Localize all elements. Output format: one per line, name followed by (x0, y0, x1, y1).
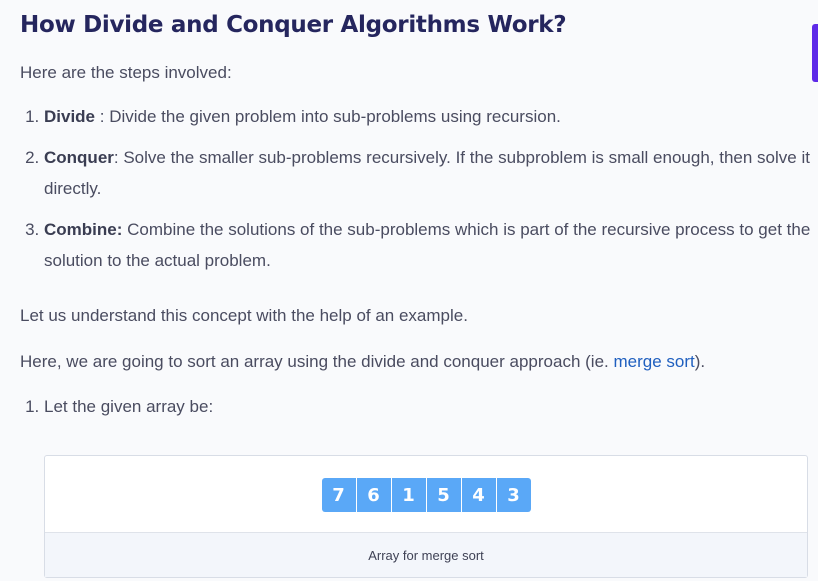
array-cell: 5 (426, 478, 462, 512)
step-term: Combine: (44, 220, 123, 239)
example-steps-list: Let the given array be: (20, 391, 213, 422)
list-item: Combine: Combine the solutions of the su… (44, 214, 814, 276)
here-paragraph: Here, we are going to sort an array usin… (20, 346, 705, 377)
figure-image-area: 7 6 1 5 4 3 (45, 456, 807, 533)
list-item: Divide : Divide the given problem into s… (44, 101, 814, 132)
merge-sort-link[interactable]: merge sort (613, 352, 694, 371)
array-cell: 1 (391, 478, 427, 512)
list-item: Conquer: Solve the smaller sub-problems … (44, 142, 814, 204)
array-diagram: 7 6 1 5 4 3 (321, 478, 531, 512)
array-cell: 4 (461, 478, 497, 512)
figure-caption: Array for merge sort (45, 533, 807, 577)
array-cell: 3 (496, 478, 531, 512)
array-cell: 6 (356, 478, 392, 512)
intro-paragraph: Here are the steps involved: (20, 63, 232, 82)
step-text: Combine the solutions of the sub-problem… (44, 220, 811, 270)
array-cell: 7 (321, 478, 357, 512)
step-term: Divide (44, 107, 96, 126)
understand-paragraph: Let us understand this concept with the … (20, 306, 468, 325)
steps-list: Divide : Divide the given problem into s… (20, 101, 814, 286)
here-text-before: Here, we are going to sort an array usin… (20, 352, 614, 371)
here-text-after: ). (694, 352, 706, 371)
step-text: : Divide the given problem into sub-prob… (95, 107, 561, 126)
edge-accent-bar (812, 24, 818, 82)
section-heading: How Divide and Conquer Algorithms Work? (20, 12, 567, 38)
array-figure: 7 6 1 5 4 3 Array for merge sort (44, 455, 808, 578)
step-text: : Solve the smaller sub-problems recursi… (44, 148, 810, 198)
list-item: Let the given array be: (44, 391, 213, 422)
step-term: Conquer (44, 148, 114, 167)
